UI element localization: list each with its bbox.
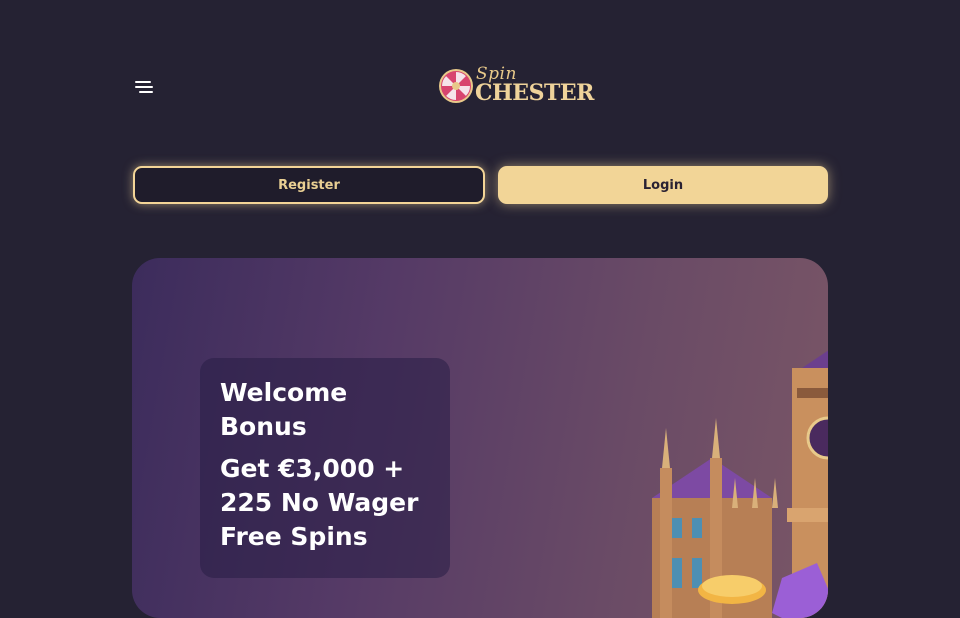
- menu-line: [135, 81, 151, 83]
- bonus-card: Welcome Bonus Get €3,000 + 225 No Wager …: [200, 358, 450, 578]
- site-logo[interactable]: Spin CHESTER: [438, 64, 594, 110]
- bonus-title: Welcome Bonus: [220, 378, 348, 441]
- hamburger-menu-icon[interactable]: [134, 79, 154, 95]
- menu-line: [135, 86, 153, 88]
- menu-line: [139, 91, 153, 93]
- welcome-bonus-banner[interactable]: Welcome Bonus Get €3,000 + 225 No Wager …: [132, 258, 828, 618]
- login-button[interactable]: Login: [498, 166, 828, 204]
- roulette-wheel-icon: [439, 69, 473, 103]
- bonus-offer: Get €3,000 + 225 No Wager Free Spins: [220, 454, 419, 551]
- logo-text-chester: CHESTER: [475, 80, 594, 106]
- castle-illustration: [652, 350, 828, 618]
- register-button[interactable]: Register: [133, 166, 485, 204]
